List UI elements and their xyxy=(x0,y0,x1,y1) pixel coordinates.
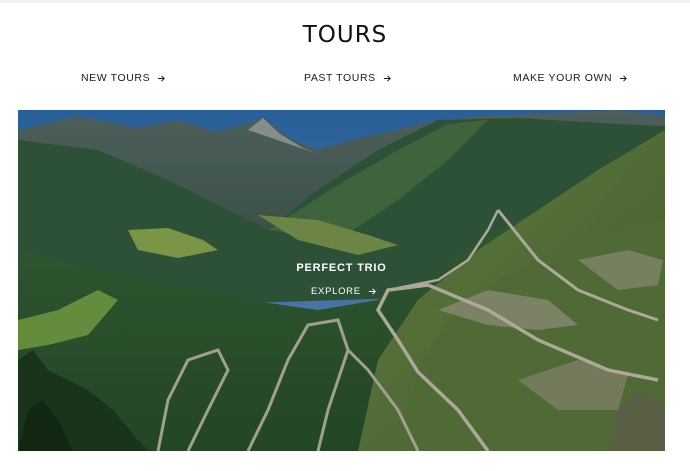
arrow-right-icon xyxy=(368,288,376,295)
arrow-right-icon xyxy=(383,74,391,82)
arrow-right-icon xyxy=(620,74,628,82)
nav-link-new-tours[interactable]: NEW TOURS xyxy=(81,72,166,84)
nav-link-make-your-own[interactable]: MAKE YOUR OWN xyxy=(513,72,628,84)
explore-label: EXPLORE xyxy=(311,286,361,297)
nav-link-label: MAKE YOUR OWN xyxy=(513,72,613,84)
nav-link-label: PAST TOURS xyxy=(304,72,376,84)
hero-overlay xyxy=(18,110,665,451)
hero-tour-card[interactable]: PERFECT TRIO EXPLORE xyxy=(18,110,665,451)
top-divider xyxy=(0,0,690,3)
tours-nav: NEW TOURS PAST TOURS MAKE YOUR OWN xyxy=(0,72,690,90)
nav-link-label: NEW TOURS xyxy=(81,72,151,84)
explore-link[interactable]: EXPLORE xyxy=(311,286,377,297)
nav-link-past-tours[interactable]: PAST TOURS xyxy=(304,72,392,84)
hero-title: PERFECT TRIO xyxy=(296,262,387,274)
page-title: TOURS xyxy=(302,22,388,48)
arrow-right-icon xyxy=(158,74,166,82)
